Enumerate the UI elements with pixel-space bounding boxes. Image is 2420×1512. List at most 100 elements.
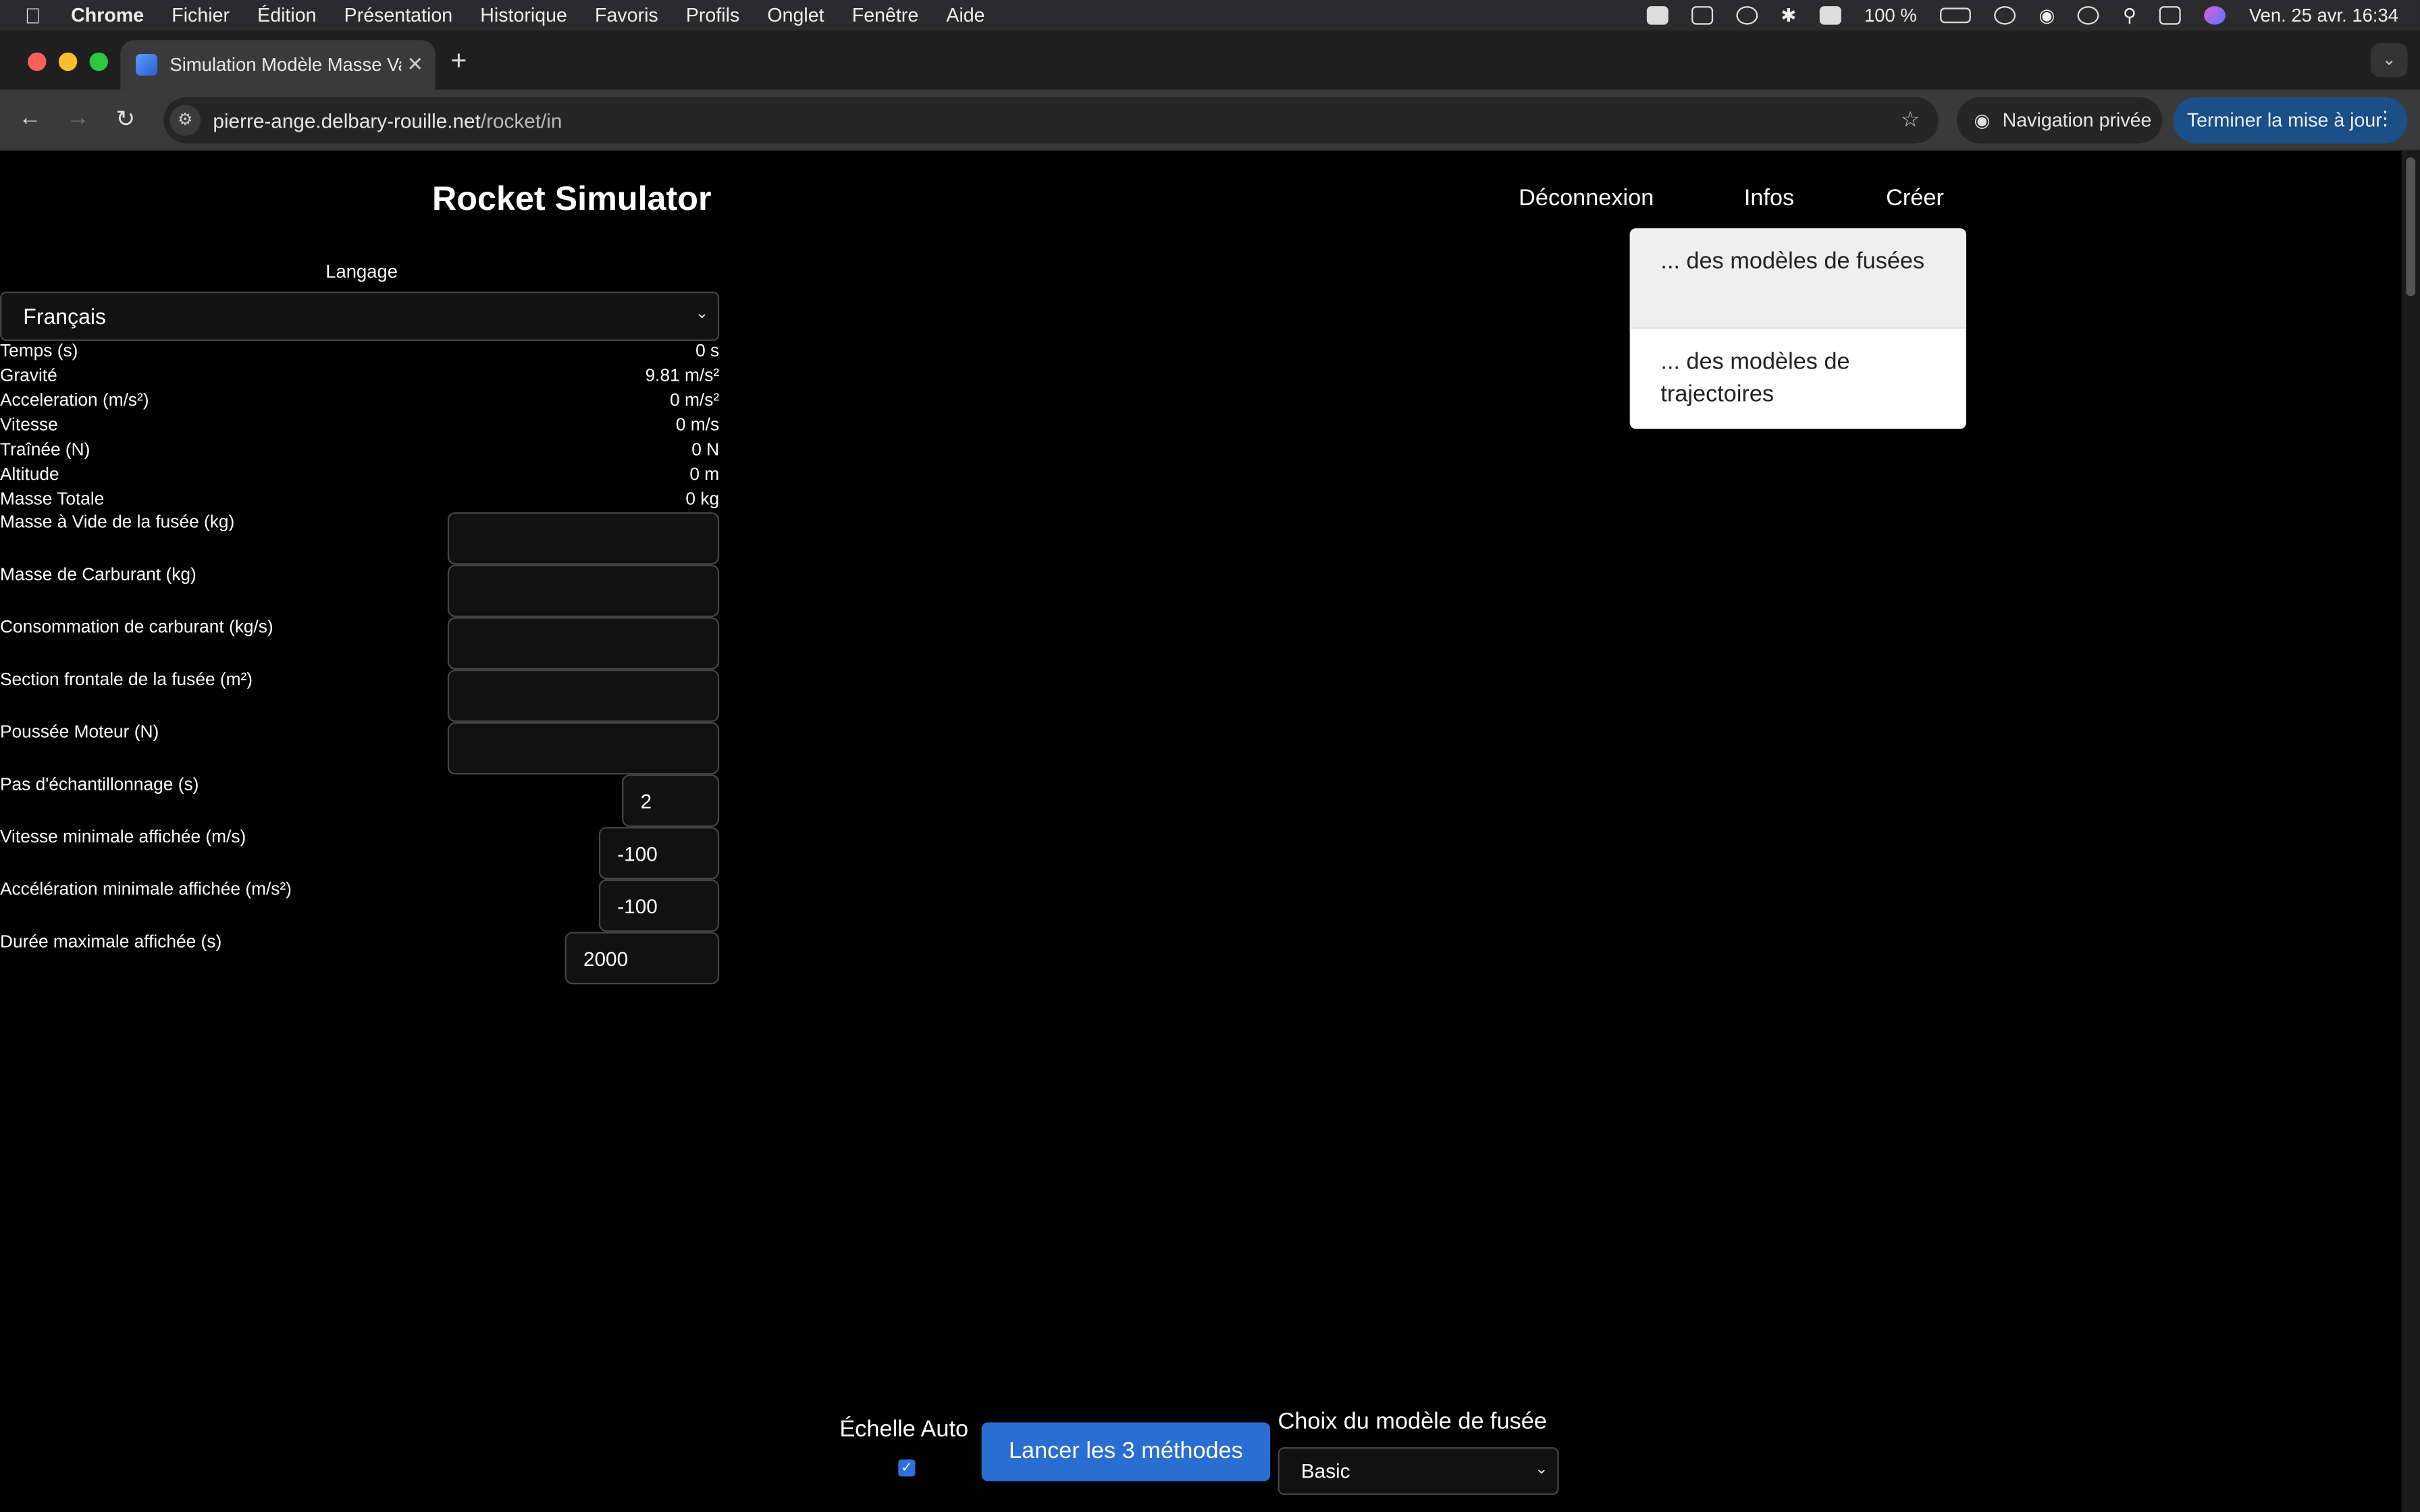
reload-icon[interactable]: ↻ [115, 105, 135, 133]
text-app-icon[interactable] [1819, 6, 1841, 25]
auto-scale-checkbox[interactable]: ✓ [898, 1459, 916, 1477]
play-icon[interactable] [2078, 6, 2100, 25]
tab-title: Simulation Modèle Masse Variable [169, 53, 401, 76]
stat-row-velocity: Vitesse 0 m/s [0, 416, 719, 441]
url-host: pierre-ange.delbary-rouille.net [213, 109, 481, 132]
page-scrollbar[interactable] [2401, 151, 2420, 1512]
ghost-app-icon[interactable] [1646, 6, 1668, 25]
frontal-section-input[interactable] [447, 669, 720, 722]
language-value: Français [23, 304, 106, 329]
stat-row-time: Temps (s) 0 s [0, 342, 719, 367]
infos-link[interactable]: Infos [1744, 185, 1794, 211]
close-window-button[interactable] [28, 52, 47, 72]
zoom-window-button[interactable] [89, 52, 108, 72]
stat-value: 0 m [689, 466, 720, 485]
menu-fichier[interactable]: Fichier [172, 5, 230, 26]
menu-favoris[interactable]: Favoris [595, 5, 658, 26]
menu-historique[interactable]: Historique [480, 5, 567, 26]
update-label: Terminer la mise à jour [2186, 109, 2382, 132]
fuel-consumption-input[interactable] [447, 617, 720, 670]
stat-value: 0 kg [685, 490, 720, 510]
private-browsing-badge[interactable]: ◉ Navigation privée [1957, 97, 2163, 144]
status-area: ✱ 100 % ◉ ⚲ Ven. 25 avr. 16:34 [1646, 0, 2398, 31]
siri-icon[interactable] [2204, 6, 2226, 25]
close-tab-icon[interactable]: ✕ [401, 53, 429, 78]
stat-label: Altitude [0, 466, 59, 485]
stat-label: Vitesse [0, 416, 58, 435]
bluetooth-icon[interactable]: ✱ [1781, 5, 1796, 26]
chevron-down-icon: ⌄ [1535, 1461, 1548, 1478]
rocket-model-value: Basic [1300, 1459, 1350, 1483]
url-text[interactable]: pierre-ange.delbary-rouille.net/rocket/i… [213, 109, 562, 132]
browser-tab-active[interactable]: Simulation Modèle Masse Variable ✕ [120, 40, 436, 90]
minimize-window-button[interactable] [58, 52, 78, 72]
user-icon[interactable] [1994, 6, 2016, 25]
min-velocity-input[interactable] [598, 827, 720, 880]
create-link[interactable]: Créer [1886, 185, 1944, 211]
tab-search-chevron-icon[interactable]: ⌄ [2370, 43, 2408, 78]
new-tab-plus-icon[interactable]: + [450, 45, 467, 77]
back-arrow-icon[interactable]: ← [18, 105, 41, 131]
stat-row-gravity: Gravité 9.81 m/s² [0, 367, 719, 392]
scrollbar-thumb[interactable] [2406, 157, 2416, 296]
stat-value: 0 N [691, 441, 720, 460]
language-select[interactable]: Français ⌄ [0, 291, 720, 342]
wifi-icon[interactable]: ◉ [2038, 5, 2055, 26]
stat-value: 9.81 m/s² [645, 367, 720, 386]
stat-label: Temps (s) [0, 342, 78, 361]
stat-row-drag: Traînée (N) 0 N [0, 441, 719, 466]
sampling-step-input[interactable] [622, 774, 720, 828]
dry-mass-label: Masse à Vide de la fusée (kg) [0, 514, 235, 533]
chevron-down-icon: ⌄ [695, 305, 709, 323]
create-rocket-models-item[interactable]: ... des modèles de fusées [1629, 228, 1966, 329]
rocket-model-select[interactable]: Basic ⌄ [1278, 1447, 1559, 1495]
create-dropdown-menu: ... des modèles de fusées ... des modèle… [1629, 228, 1966, 429]
incognito-icon: ◉ [1974, 109, 1991, 132]
cat-app-icon[interactable] [1691, 6, 1713, 25]
menu-presentation[interactable]: Présentation [344, 5, 452, 26]
web-page: Rocket Simulator Déconnexion Infos Créer… [0, 151, 2402, 1512]
menu-edition[interactable]: Édition [257, 5, 316, 26]
weather-icon[interactable] [1736, 6, 1758, 25]
control-center-icon[interactable] [2159, 6, 2182, 25]
window-controls [28, 52, 108, 72]
stat-value: 0 m/s² [670, 392, 720, 410]
finish-update-button[interactable]: Terminer la mise à jour ⋮ [2173, 97, 2408, 144]
menu-fenetre[interactable]: Fenêtre [852, 5, 918, 26]
kebab-menu-icon[interactable]: ⋮ [2375, 107, 2396, 132]
min-velocity-label: Vitesse minimale affichée (m/s) [0, 828, 246, 847]
stat-row-altitude: Altitude 0 m [0, 466, 719, 491]
run-three-methods-button[interactable]: Lancer les 3 méthodes [981, 1422, 1271, 1482]
logout-link[interactable]: Déconnexion [1519, 185, 1654, 211]
stat-row-acceleration: Acceleration (m/s²) 0 m/s² [0, 392, 719, 417]
address-bar[interactable]: ⚙ pierre-ange.delbary-rouille.net/rocket… [163, 97, 1939, 144]
url-path: /rocket/in [480, 109, 562, 132]
battery-icon[interactable] [1940, 7, 1971, 24]
rocket-model-label: Choix du modèle de fusée [1278, 1408, 1547, 1435]
max-duration-label: Durée maximale affichée (s) [0, 933, 222, 952]
auto-scale-label: Échelle Auto [839, 1416, 969, 1443]
dry-mass-input[interactable] [447, 512, 720, 565]
browser-toolbar: ← → ↻ ⚙ pierre-ange.delbary-rouille.net/… [0, 89, 2420, 151]
menu-profils[interactable]: Profils [686, 5, 739, 26]
site-settings-icon[interactable]: ⚙ [169, 105, 201, 136]
menu-aide[interactable]: Aide [946, 5, 984, 26]
bookmark-star-icon[interactable]: ☆ [1901, 107, 1920, 133]
menu-app-chrome[interactable]: Chrome [71, 5, 144, 26]
private-label: Navigation privée [2002, 109, 2152, 132]
spotlight-search-icon[interactable]: ⚲ [2123, 5, 2136, 26]
rocket-favicon-icon [136, 53, 158, 76]
sampling-step-label: Pas d'échantillonnage (s) [0, 776, 199, 795]
clock[interactable]: Ven. 25 avr. 16:34 [2249, 5, 2398, 26]
apple-icon[interactable]:  [25, 3, 50, 28]
min-acceleration-label: Accélération minimale affichée (m/s²) [0, 881, 292, 900]
engine-thrust-input[interactable] [447, 722, 720, 775]
max-duration-input[interactable] [564, 932, 720, 985]
browser-tab-strip: Simulation Modèle Masse Variable ✕ + ⌄ [0, 30, 2420, 90]
menu-onglet[interactable]: Onglet [767, 5, 824, 26]
forward-arrow-icon[interactable]: → [66, 105, 89, 131]
min-acceleration-input[interactable] [598, 879, 720, 932]
stat-value: 0 m/s [675, 416, 720, 435]
create-trajectory-models-item[interactable]: ... des modèles de trajectoires [1630, 329, 1966, 429]
fuel-mass-input[interactable] [447, 564, 720, 618]
